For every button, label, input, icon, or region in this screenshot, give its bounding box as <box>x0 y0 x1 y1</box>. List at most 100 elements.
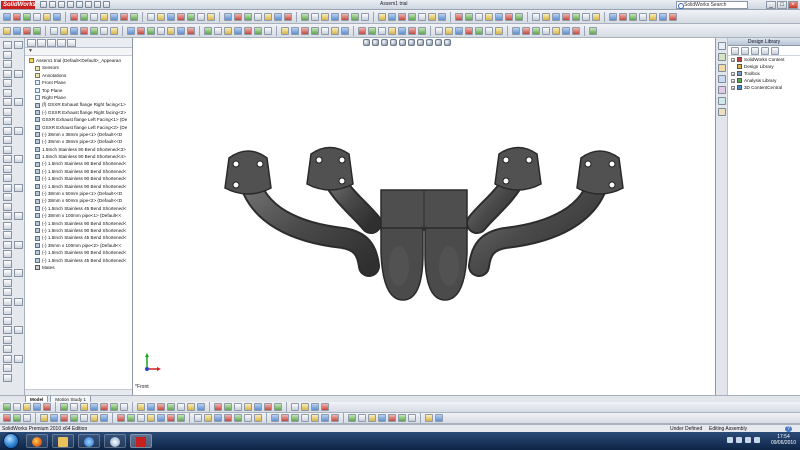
tool-icon[interactable] <box>147 403 155 411</box>
command-icon[interactable] <box>3 126 12 135</box>
search-tab-icon[interactable] <box>718 75 726 83</box>
tool-icon[interactable] <box>137 414 145 422</box>
tree-filter[interactable]: ▼ <box>25 48 132 56</box>
print-icon[interactable] <box>67 1 74 8</box>
tree-item[interactable]: (-) 1.5Inch Stainless 90 Bend Shortened< <box>25 175 132 182</box>
command-icon[interactable] <box>3 174 12 182</box>
tool-icon[interactable] <box>455 12 463 21</box>
command-icon[interactable] <box>3 41 12 49</box>
options-icon[interactable] <box>103 1 110 8</box>
save-icon[interactable] <box>58 1 65 8</box>
tree-item[interactable]: (-) 38mm x 38mm pipe<2> (Default<<D <box>25 138 132 145</box>
command-icon[interactable] <box>14 212 23 220</box>
tool-icon[interactable] <box>368 26 376 35</box>
command-icon[interactable] <box>3 316 12 325</box>
tool-icon[interactable] <box>137 403 145 411</box>
tree-item[interactable]: Top Plane <box>25 87 132 94</box>
tool-icon[interactable] <box>127 26 135 35</box>
tool-icon[interactable] <box>495 26 503 35</box>
tool-icon[interactable] <box>3 26 11 35</box>
tool-icon[interactable] <box>358 26 366 35</box>
command-icon[interactable] <box>3 107 12 116</box>
command-icon[interactable] <box>3 98 12 106</box>
tree-item[interactable]: (-) 38mm x 100mm pipe<2> (Default<< <box>25 242 132 249</box>
tool-icon[interactable] <box>505 12 513 21</box>
tool-icon[interactable] <box>60 26 68 35</box>
add-file-location-icon[interactable] <box>751 47 759 55</box>
open-icon[interactable] <box>49 1 56 8</box>
tree-item[interactable]: (-) 1.5Inch Stainless 45 Bend Shortened< <box>25 257 132 264</box>
tool-icon[interactable] <box>291 403 299 411</box>
tool-icon[interactable] <box>90 12 98 21</box>
command-icon[interactable] <box>3 240 12 249</box>
tool-icon[interactable] <box>669 12 677 21</box>
command-icon[interactable] <box>3 364 12 372</box>
tool-icon[interactable] <box>80 26 88 35</box>
new-document-icon[interactable] <box>40 1 47 8</box>
command-icon[interactable] <box>3 307 12 315</box>
tool-icon[interactable] <box>542 26 550 35</box>
tool-icon[interactable] <box>475 26 483 35</box>
command-icon[interactable] <box>3 117 12 125</box>
command-icon[interactable] <box>14 297 23 306</box>
tool-icon[interactable] <box>137 26 145 35</box>
tree-item[interactable]: (-) 38mm x 50mm pipe<2> (Default<<D <box>25 197 132 204</box>
tool-icon[interactable] <box>254 12 262 21</box>
rebuild-icon[interactable] <box>94 1 101 8</box>
tool-icon[interactable] <box>522 26 530 35</box>
tree-item[interactable]: (-) 38mm x 100mm pipe<1> (Default<< <box>25 212 132 219</box>
tool-icon[interactable] <box>23 403 31 411</box>
tool-icon[interactable] <box>425 414 433 422</box>
tool-icon[interactable] <box>572 26 580 35</box>
tool-icon[interactable] <box>562 26 570 35</box>
command-icon[interactable] <box>3 259 12 268</box>
tool-icon[interactable] <box>311 26 319 35</box>
command-icon[interactable] <box>14 98 23 106</box>
start-button[interactable] <box>3 433 19 449</box>
command-icon[interactable] <box>14 354 23 363</box>
tool-icon[interactable] <box>368 414 376 422</box>
command-icon[interactable] <box>3 373 12 382</box>
tool-icon[interactable] <box>53 12 61 21</box>
tool-icon[interactable] <box>100 414 108 422</box>
tool-icon[interactable] <box>70 12 78 21</box>
tool-icon[interactable] <box>40 414 48 422</box>
tool-icon[interactable] <box>60 403 68 411</box>
tool-icon[interactable] <box>274 403 282 411</box>
tool-icon[interactable] <box>197 12 205 21</box>
select-icon[interactable] <box>85 1 92 8</box>
tool-icon[interactable] <box>234 26 242 35</box>
dimxpert-tab-icon[interactable] <box>57 39 66 47</box>
tool-icon[interactable] <box>515 12 523 21</box>
tool-icon[interactable] <box>331 12 339 21</box>
volume-icon[interactable] <box>754 437 760 443</box>
tool-icon[interactable] <box>435 26 443 35</box>
tool-icon[interactable] <box>177 12 185 21</box>
command-icon[interactable] <box>3 79 12 87</box>
design-library-item[interactable]: + Analysis Library <box>728 77 800 84</box>
command-icon[interactable] <box>3 250 12 258</box>
tool-icon[interactable] <box>167 414 175 422</box>
tool-icon[interactable] <box>90 414 98 422</box>
tool-icon[interactable] <box>244 414 252 422</box>
tool-icon[interactable] <box>234 414 242 422</box>
display-manager-tab-icon[interactable] <box>67 39 76 47</box>
tool-icon[interactable] <box>321 12 329 21</box>
tool-icon[interactable] <box>465 26 473 35</box>
file-explorer-tab-icon[interactable] <box>718 64 726 72</box>
network-icon[interactable] <box>745 437 751 443</box>
command-icon[interactable] <box>14 326 23 334</box>
tool-icon[interactable] <box>532 12 540 21</box>
tool-icon[interactable] <box>214 414 222 422</box>
explorer-taskbar-icon[interactable] <box>52 434 74 448</box>
maximize-button[interactable]: □ <box>777 1 787 9</box>
tree-item[interactable]: (-) 1.5Inch Stainless 90 Bend Shortened< <box>25 160 132 167</box>
configuration-manager-tab-icon[interactable] <box>47 39 56 47</box>
tree-item[interactable]: GSXR Exhaust flange Left Facing<2> (De <box>25 124 132 131</box>
tool-icon[interactable] <box>609 12 617 21</box>
command-icon[interactable] <box>3 345 12 353</box>
tool-icon[interactable] <box>244 403 252 411</box>
command-icon[interactable] <box>3 145 12 154</box>
tool-icon[interactable] <box>418 26 426 35</box>
command-icon[interactable] <box>3 50 12 59</box>
